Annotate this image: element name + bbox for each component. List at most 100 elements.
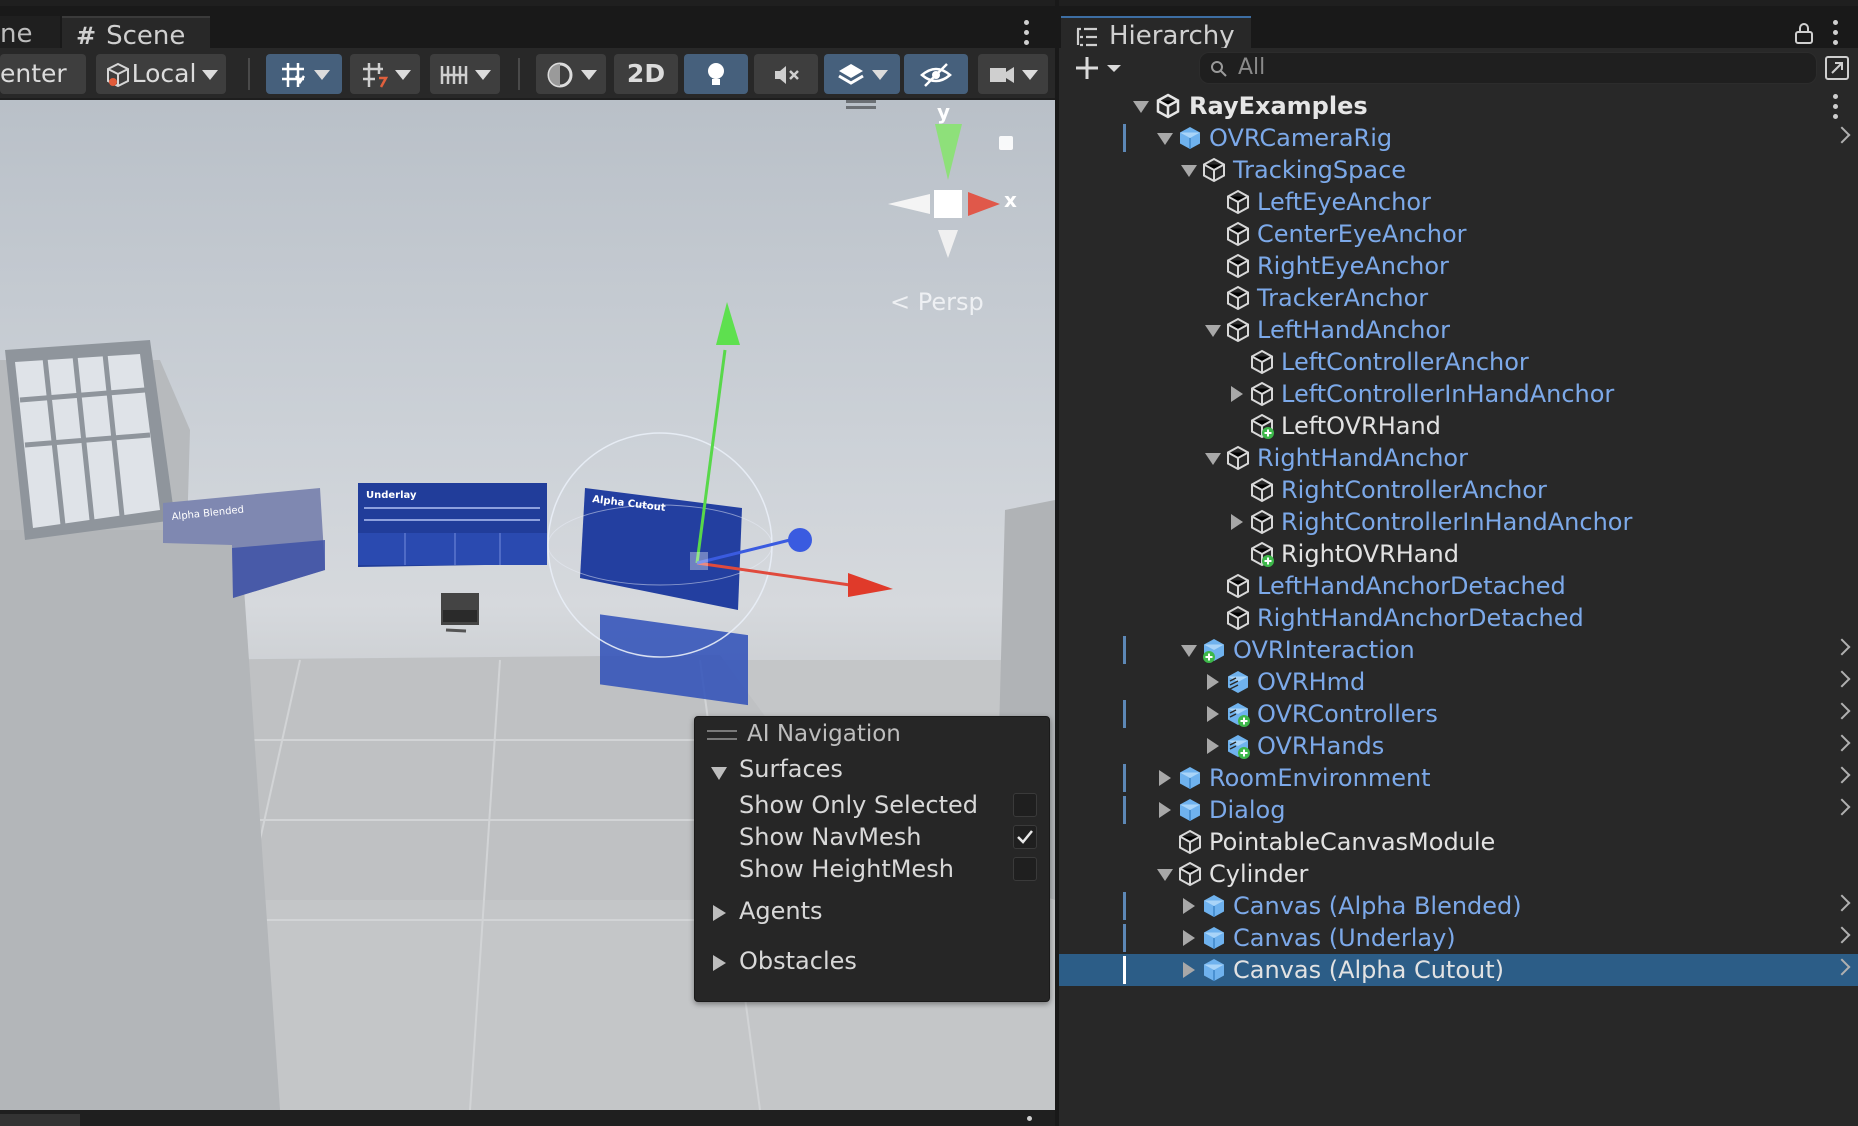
obstacles-foldout[interactable]: Obstacles: [695, 947, 1049, 979]
agents-foldout[interactable]: Agents: [695, 897, 1049, 929]
effects-toggle[interactable]: [824, 54, 900, 94]
expand-arrow-icon[interactable]: [1205, 325, 1221, 337]
gizmo-y-label: y: [937, 100, 951, 124]
scene-tab-bar: ne # Scene: [0, 0, 1055, 54]
hierarchy-row[interactable]: RightHandAnchorDetached: [1059, 602, 1858, 634]
grid-snap-toggle[interactable]: [266, 54, 342, 94]
hierarchy-row[interactable]: Canvas (Alpha Cutout): [1059, 954, 1858, 986]
hierarchy-more-icon[interactable]: [1832, 20, 1840, 48]
hierarchy-row-label: Canvas (Alpha Cutout): [1233, 956, 1504, 984]
persp-toggle[interactable]: < Persp: [890, 288, 984, 316]
hierarchy-row[interactable]: TrackerAnchor: [1059, 282, 1858, 314]
hierarchy-row[interactable]: LeftControllerAnchor: [1059, 346, 1858, 378]
chevron-right-icon[interactable]: [1833, 126, 1851, 144]
hierarchy-row[interactable]: LeftHandAnchor: [1059, 314, 1858, 346]
chevron-right-icon[interactable]: [1833, 670, 1851, 688]
scene-visibility-toggle[interactable]: [904, 54, 968, 94]
scene-root-label: RayExamples: [1189, 92, 1368, 120]
hierarchy-row-label: LeftControllerInHandAnchor: [1281, 380, 1615, 408]
space-dropdown[interactable]: Local: [96, 54, 226, 94]
show-heightmesh-checkbox[interactable]: [1013, 857, 1037, 881]
prefab-variant-added-icon: [1228, 703, 1250, 727]
2d-toggle[interactable]: 2D: [614, 54, 678, 94]
chevron-down-icon: [581, 70, 597, 80]
pivot-dropdown[interactable]: enter: [0, 54, 86, 120]
collapse-arrow-icon[interactable]: [1159, 770, 1171, 786]
ai-navigation-header[interactable]: AI Navigation: [695, 717, 1049, 753]
lock-icon[interactable]: [1794, 22, 1814, 44]
scene-root-more-icon[interactable]: [1832, 94, 1840, 122]
hierarchy-row[interactable]: RightEyeAnchor: [1059, 250, 1858, 282]
hierarchy-row[interactable]: CenterEyeAnchor: [1059, 218, 1858, 250]
lighting-toggle[interactable]: [684, 54, 748, 94]
collapse-arrow-icon[interactable]: [1207, 706, 1219, 722]
chevron-right-icon[interactable]: [1833, 926, 1851, 944]
ruler-snap-toggle[interactable]: [430, 54, 500, 94]
hierarchy-row[interactable]: OVRControllers: [1059, 698, 1858, 730]
scene-root-row[interactable]: RayExamples: [1059, 90, 1858, 122]
collapse-arrow-icon[interactable]: [1159, 802, 1171, 818]
hierarchy-row[interactable]: PointableCanvasModule: [1059, 826, 1858, 858]
expand-arrow-icon[interactable]: [1181, 165, 1197, 177]
effects-layers-icon: [838, 64, 864, 85]
hierarchy-row[interactable]: TrackingSpace: [1059, 154, 1858, 186]
expand-arrow-icon[interactable]: [1157, 869, 1173, 881]
hierarchy-row[interactable]: OVRHands: [1059, 730, 1858, 762]
collapse-arrow-icon[interactable]: [1207, 738, 1219, 754]
hierarchy-row[interactable]: RoomEnvironment: [1059, 762, 1858, 794]
hierarchy-row[interactable]: LeftControllerInHandAnchor: [1059, 378, 1858, 410]
scene-more-icon[interactable]: [1023, 20, 1031, 48]
hierarchy-row-label: Canvas (Alpha Blended): [1233, 892, 1522, 920]
show-navmesh-row[interactable]: Show NavMesh: [695, 823, 1049, 853]
collapse-arrow-icon[interactable]: [1207, 674, 1219, 690]
hierarchy-row[interactable]: LeftOVRHand: [1059, 410, 1858, 442]
chevron-right-icon[interactable]: [1833, 638, 1851, 656]
surfaces-foldout[interactable]: Surfaces: [695, 755, 1049, 787]
shading-mode-dropdown[interactable]: [536, 54, 606, 94]
chevron-right-icon[interactable]: [1833, 958, 1851, 976]
bottom-tab-stub[interactable]: [0, 1114, 80, 1126]
chevron-down-icon: [395, 70, 411, 80]
collapse-arrow-icon[interactable]: [1231, 386, 1243, 402]
hierarchy-row[interactable]: RightControllerAnchor: [1059, 474, 1858, 506]
show-only-selected-checkbox[interactable]: [1013, 793, 1037, 817]
show-heightmesh-row[interactable]: Show HeightMesh: [695, 855, 1049, 885]
hierarchy-row[interactable]: RightHandAnchor: [1059, 442, 1858, 474]
chevron-right-icon[interactable]: [1833, 734, 1851, 752]
create-dropdown[interactable]: [1073, 52, 1133, 84]
hierarchy-row[interactable]: OVRInteraction: [1059, 634, 1858, 666]
collapse-arrow-icon[interactable]: [1183, 898, 1195, 914]
expand-arrow-icon[interactable]: [1157, 133, 1173, 145]
hierarchy-row[interactable]: LeftHandAnchorDetached: [1059, 570, 1858, 602]
collapse-arrow-icon[interactable]: [1183, 962, 1195, 978]
hierarchy-row[interactable]: RightControllerInHandAnchor: [1059, 506, 1858, 538]
hierarchy-row[interactable]: LeftEyeAnchor: [1059, 186, 1858, 218]
show-only-selected-row[interactable]: Show Only Selected: [695, 791, 1049, 821]
expand-arrow-icon[interactable]: [1205, 453, 1221, 465]
audio-toggle[interactable]: [754, 54, 818, 94]
drag-handle-icon[interactable]: [707, 730, 737, 740]
camera-settings-dropdown[interactable]: [978, 54, 1048, 94]
hierarchy-row-label: Dialog: [1209, 796, 1286, 824]
hierarchy-row[interactable]: RightOVRHand: [1059, 538, 1858, 570]
hierarchy-row[interactable]: OVRHmd: [1059, 666, 1858, 698]
expand-arrow-icon[interactable]: [1133, 101, 1149, 113]
hierarchy-row-label: RightEyeAnchor: [1257, 252, 1449, 280]
expand-arrow-icon[interactable]: [1181, 645, 1197, 657]
chevron-right-icon[interactable]: [1833, 702, 1851, 720]
hierarchy-row[interactable]: OVRCameraRig: [1059, 122, 1858, 154]
hierarchy-row[interactable]: Cylinder: [1059, 858, 1858, 890]
hierarchy-search-input[interactable]: All: [1199, 52, 1817, 84]
chevron-right-icon[interactable]: [1833, 766, 1851, 784]
hierarchy-row[interactable]: Canvas (Underlay): [1059, 922, 1858, 954]
scene-search-mode-icon[interactable]: [1823, 54, 1851, 82]
chevron-right-icon[interactable]: [1833, 798, 1851, 816]
chevron-right-icon[interactable]: [1833, 894, 1851, 912]
show-navmesh-checkbox[interactable]: [1013, 825, 1037, 849]
bottom-more-icon[interactable]: [1026, 1116, 1034, 1126]
increment-snap-toggle[interactable]: [350, 54, 420, 94]
collapse-arrow-icon[interactable]: [1231, 514, 1243, 530]
hierarchy-row[interactable]: Dialog: [1059, 794, 1858, 826]
hierarchy-row[interactable]: Canvas (Alpha Blended): [1059, 890, 1858, 922]
collapse-arrow-icon[interactable]: [1183, 930, 1195, 946]
